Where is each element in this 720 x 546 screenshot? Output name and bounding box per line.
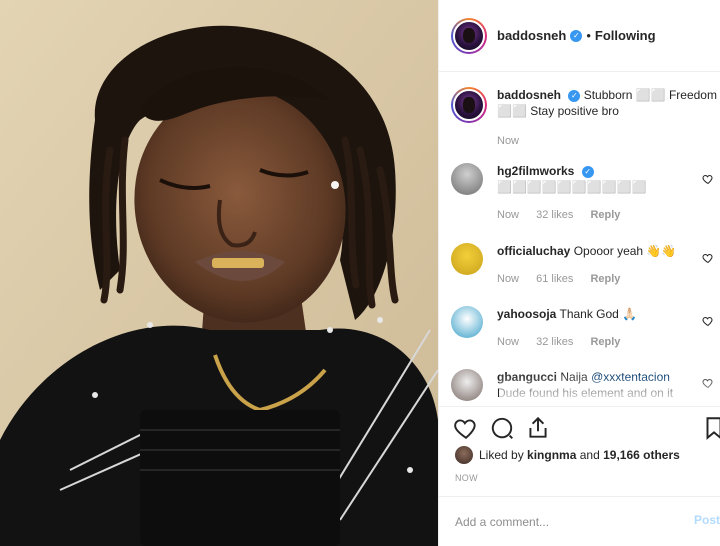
- commenter-avatar[interactable]: [451, 306, 483, 338]
- reply-button[interactable]: Reply: [590, 209, 620, 221]
- post-comment-button[interactable]: Post: [694, 513, 720, 527]
- comment-row: officialuchay Opooor yeah 👋👋 Now 61 like…: [451, 243, 720, 287]
- add-comment-bar: Post: [439, 496, 720, 546]
- comment-row: yahoosoja Thank God 🙏🏻 Now 32 likes Repl…: [451, 306, 720, 350]
- commenter-username[interactable]: hg2filmworks: [497, 164, 574, 178]
- add-comment-input[interactable]: [455, 514, 685, 529]
- comment-text: ⬜⬜⬜⬜⬜⬜⬜⬜⬜⬜: [497, 180, 647, 194]
- like-comment-heart-icon[interactable]: [702, 315, 714, 327]
- comment-bubble-icon[interactable]: [489, 415, 515, 441]
- comment-text-prefix: Naija: [560, 370, 588, 384]
- comment-time: Now: [497, 273, 520, 285]
- post-timestamp: NOW: [455, 473, 478, 483]
- comment-text-suffix: Dude found his element and on it: [497, 386, 674, 400]
- likes-prefix: Liked by: [479, 448, 524, 462]
- comment-text: Thank God 🙏🏻: [559, 307, 638, 321]
- comment-row: gbangucci Naija @xxxtentacion Dude found…: [451, 369, 720, 401]
- following-button[interactable]: Following: [595, 28, 656, 43]
- commenter-username[interactable]: gbangucci: [497, 370, 557, 384]
- caption-time: Now: [497, 135, 520, 147]
- verified-badge-icon: ✓: [581, 165, 594, 178]
- likes-middle: and: [579, 448, 600, 462]
- comment-row: hg2filmworks ✓ ⬜⬜⬜⬜⬜⬜⬜⬜⬜⬜ Now 32 likes R…: [451, 163, 720, 223]
- commenter-username[interactable]: yahoosoja: [497, 307, 556, 321]
- comments-list[interactable]: baddosneh ✓ Stubborn ⬜⬜ Freedom ⬜⬜ Stay …: [439, 73, 720, 405]
- comment-time: Now: [497, 209, 520, 221]
- commenter-avatar[interactable]: [451, 369, 483, 401]
- caption-username[interactable]: baddosneh: [497, 88, 561, 102]
- share-icon[interactable]: [525, 415, 551, 441]
- caption-avatar[interactable]: [451, 87, 487, 123]
- like-heart-icon[interactable]: [453, 415, 479, 441]
- likes-count-link[interactable]: 19,166 others: [603, 448, 680, 462]
- liker-avatar: [455, 446, 473, 464]
- commenter-username[interactable]: officialuchay: [497, 244, 570, 258]
- header-separator: •: [586, 28, 591, 43]
- like-comment-heart-icon[interactable]: [702, 252, 714, 264]
- post-photo-image: [0, 0, 438, 546]
- reply-button[interactable]: Reply: [590, 336, 620, 348]
- verified-badge-icon: ✓: [570, 29, 583, 42]
- author-avatar[interactable]: [451, 17, 487, 54]
- like-comment-heart-icon[interactable]: [702, 377, 714, 389]
- comment-likes[interactable]: 32 likes: [536, 336, 573, 348]
- likes-summary: Liked by kingnma and 19,166 others: [455, 446, 680, 464]
- action-bar: [439, 406, 720, 446]
- like-comment-heart-icon[interactable]: [702, 173, 714, 185]
- reply-button[interactable]: Reply: [590, 273, 620, 285]
- comment-time: Now: [497, 336, 520, 348]
- commenter-avatar[interactable]: [451, 243, 483, 275]
- save-bookmark-icon[interactable]: [701, 415, 720, 441]
- post-side-panel: baddosneh ✓ • Following baddosneh ✓ Stub…: [438, 0, 720, 546]
- post-photo[interactable]: [0, 0, 438, 546]
- author-username[interactable]: baddosneh: [497, 28, 566, 43]
- comment-mention-link[interactable]: @xxxtentacion: [591, 370, 670, 384]
- comment-likes[interactable]: 61 likes: [536, 273, 573, 285]
- comment-likes[interactable]: 32 likes: [536, 209, 573, 221]
- post-header: baddosneh ✓ • Following: [439, 0, 720, 72]
- commenter-avatar[interactable]: [451, 163, 483, 195]
- caption: baddosneh ✓ Stubborn ⬜⬜ Freedom ⬜⬜ Stay …: [451, 87, 720, 149]
- verified-badge-icon: ✓: [568, 89, 581, 102]
- instagram-post-modal: baddosneh ✓ • Following baddosneh ✓ Stub…: [0, 0, 720, 546]
- comment-text: Opooor yeah 👋👋: [573, 244, 677, 258]
- liker-username[interactable]: kingnma: [527, 448, 576, 462]
